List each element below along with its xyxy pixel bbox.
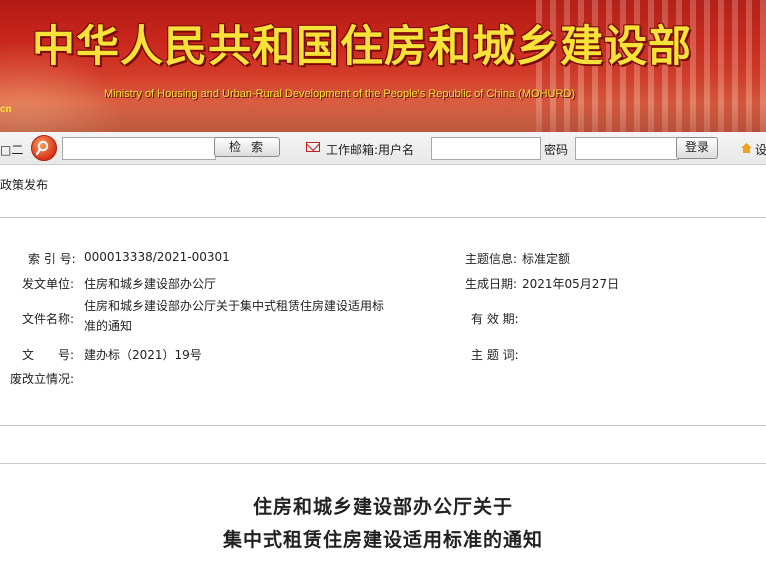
search-button[interactable]: 检索	[214, 137, 280, 157]
site-title: 中华人民共和国住房和城乡建设部	[32, 22, 692, 72]
topic-label: 主题信息:	[465, 252, 518, 266]
home-icon[interactable]	[741, 142, 752, 153]
document-title-line2: 集中式租赁住房建设适用标准的通知	[222, 529, 543, 551]
index-label: 索 引 号:	[28, 252, 76, 266]
index-value: 000013338/2021-00301	[84, 250, 230, 264]
validity-label: 有 效 期:	[471, 312, 519, 326]
divider	[0, 217, 766, 218]
issuer-value: 住房和城乡建设部办公厅	[84, 277, 217, 291]
site-banner: 中华人民共和国住房和城乡建设部 Ministry of Housing and …	[0, 0, 766, 132]
banner-shade	[0, 102, 766, 132]
divider	[0, 463, 766, 464]
password-label: 密码	[544, 143, 569, 157]
topic-value: 标准定额	[522, 252, 571, 266]
breadcrumb[interactable]: 政策发布	[0, 176, 48, 193]
docno-value: 建办标（2021）19号	[84, 348, 202, 362]
date-value: 2021年05月27日	[522, 277, 620, 291]
issuer-label: 发文单位:	[22, 277, 75, 291]
divider	[0, 425, 766, 426]
status-label: 废改立情况:	[10, 372, 75, 386]
date-label: 生成日期:	[465, 277, 518, 291]
nav-fragment[interactable]: □二	[0, 141, 23, 158]
search-input[interactable]	[62, 137, 216, 160]
site-url-fragment: cn	[0, 104, 12, 115]
filename-value: 住房和城乡建设部办公厅关于集中式租赁住房建设适用标准的通知	[84, 299, 385, 333]
username-input[interactable]	[431, 137, 541, 160]
document-title-line1: 住房和城乡建设部办公厅关于	[252, 496, 513, 518]
site-subtitle: Ministry of Housing and Urban-Rural Deve…	[104, 88, 576, 100]
mail-icon	[306, 142, 320, 152]
search-icon[interactable]	[31, 135, 57, 161]
docno-label: 文 号:	[22, 348, 75, 362]
mail-username-label: 工作邮箱:用户名	[326, 143, 415, 157]
home-link-fragment[interactable]: 设	[755, 141, 766, 158]
keywords-label: 主 题 词:	[471, 348, 519, 362]
top-toolbar: □二 检索 工作邮箱:用户名 密码 登录 设	[0, 132, 766, 165]
password-input[interactable]	[575, 137, 679, 160]
login-button[interactable]: 登录	[676, 137, 718, 159]
filename-label: 文件名称:	[22, 312, 75, 326]
